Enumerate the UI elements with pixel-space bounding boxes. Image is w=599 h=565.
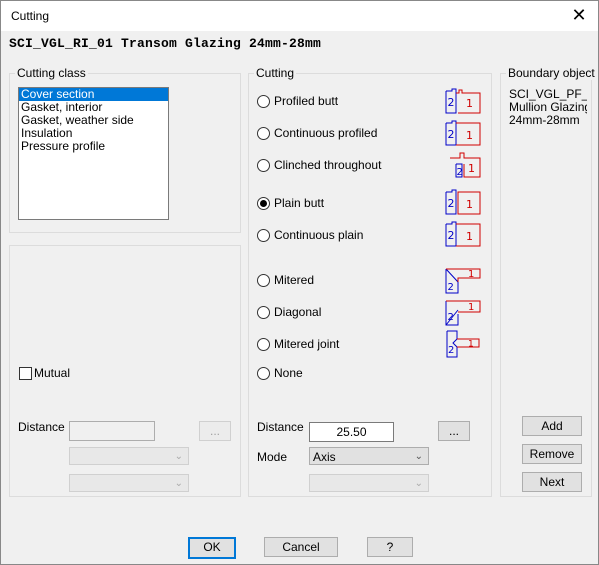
left-select-2[interactable]: ⌄ (69, 474, 189, 492)
next-button[interactable]: Next (522, 472, 582, 492)
left-distance-field[interactable] (69, 421, 155, 441)
radio-indicator[interactable] (257, 94, 270, 108)
radio-continuous-plain[interactable]: Continuous plain (257, 227, 363, 243)
icon-label: 2 (448, 282, 454, 293)
icon-label: 1 (466, 129, 473, 142)
diagonal-icon: 2 1 (445, 300, 481, 326)
radio-indicator[interactable] (257, 273, 270, 287)
add-button[interactable]: Add (522, 416, 582, 436)
radio-indicator[interactable] (257, 196, 270, 210)
mode-sub-select[interactable]: ⌄ (309, 474, 429, 492)
icon-label: 1 (466, 230, 473, 243)
icon-label: 2 (448, 96, 455, 109)
chevron-down-icon: ⌄ (174, 478, 183, 489)
boundary-line-3: 24mm-28mm (509, 113, 580, 127)
icon-label: 1 (466, 198, 473, 211)
mitered-joint-icon: 2 1 (446, 330, 480, 358)
chevron-down-icon: ⌄ (414, 451, 423, 462)
radio-profiled-butt[interactable]: Profiled butt (257, 93, 338, 109)
radio-clinched-throughout[interactable]: Clinched throughout (257, 157, 381, 173)
icon-label: 2 (448, 229, 455, 242)
icon-label: 1 (468, 302, 474, 313)
radio-label: Profiled butt (274, 94, 339, 108)
clinched-throughout-icon: 2 1 (450, 152, 481, 178)
element-heading: SCI_VGL_RI_01 Transom Glazing 24mm-28mm (9, 36, 322, 51)
mode-select[interactable]: Axis ⌄ (309, 447, 429, 465)
remove-button[interactable]: Remove (522, 444, 582, 464)
icon-label: 2 (448, 128, 455, 141)
radio-none[interactable]: None (257, 365, 303, 381)
radio-indicator[interactable] (257, 158, 270, 172)
icon-label: 1 (466, 97, 473, 110)
cutting-distance-field[interactable]: 25.50 (309, 422, 394, 442)
radio-label: Clinched throughout (274, 158, 382, 172)
mode-label: Mode (257, 450, 288, 464)
left-browse-button[interactable]: ... (199, 421, 231, 441)
profiled-butt-icon: 2 1 (445, 88, 481, 114)
radio-diagonal[interactable]: Diagonal (257, 304, 321, 320)
radio-continuous-profiled[interactable]: Continuous profiled (257, 125, 377, 141)
radio-selected-dot (260, 199, 267, 207)
icon-label: 2 (448, 312, 454, 323)
radio-indicator[interactable] (257, 366, 270, 380)
list-item[interactable]: Pressure profile (19, 140, 168, 153)
continuous-profiled-icon: 2 1 (445, 120, 481, 146)
mode-value: Axis (313, 450, 336, 464)
cutting-class-label: Cutting class (15, 66, 88, 80)
radio-label: Mitered (274, 273, 315, 287)
title-bar: Cutting ✕ (1, 1, 598, 31)
mutual-checkbox[interactable] (19, 367, 32, 380)
radio-mitered-joint[interactable]: Mitered joint (257, 336, 339, 352)
cutting-distance-label: Distance (257, 420, 304, 434)
radio-mitered[interactable]: Mitered (257, 272, 314, 288)
continuous-plain-icon: 2 1 (445, 221, 481, 247)
chevron-down-icon: ⌄ (414, 478, 423, 489)
icon-label: 2 (448, 197, 455, 210)
chevron-down-icon: ⌄ (174, 451, 183, 462)
radio-label: Continuous plain (274, 228, 364, 242)
boundary-object-text: SCI_VGL_PF_01 Mullion Glazing 24mm-28mm (509, 88, 587, 127)
radio-indicator[interactable] (257, 337, 270, 351)
radio-indicator[interactable] (257, 228, 270, 242)
left-select-1[interactable]: ⌄ (69, 447, 189, 465)
mutual-label: Mutual (34, 366, 71, 380)
cancel-button[interactable]: Cancel (264, 537, 338, 557)
cutting-label: Cutting (254, 66, 297, 80)
plain-butt-icon: 2 1 (445, 189, 481, 215)
icon-label: 1 (468, 340, 474, 350)
left-distance-label: Distance (18, 420, 65, 434)
window-title: Cutting (11, 9, 50, 23)
cutting-browse-button[interactable]: ... (438, 421, 470, 441)
boundary-object-label: Boundary object (506, 66, 597, 80)
radio-label: Diagonal (274, 305, 322, 319)
ok-button[interactable]: OK (188, 537, 236, 559)
mitered-icon: 2 1 (445, 268, 481, 294)
help-button[interactable]: ? (367, 537, 413, 557)
radio-indicator[interactable] (257, 305, 270, 319)
icon-label: 1 (468, 162, 475, 175)
close-icon[interactable]: ✕ (568, 5, 590, 25)
icon-label: 2 (448, 345, 454, 356)
icon-label: 1 (468, 269, 474, 280)
radio-label: Plain butt (274, 196, 325, 210)
radio-plain-butt[interactable]: Plain butt (257, 195, 324, 211)
radio-label: Continuous profiled (274, 126, 378, 140)
cutting-class-list[interactable]: Cover section Gasket, interior Gasket, w… (18, 87, 169, 220)
radio-label: Mitered joint (274, 337, 340, 351)
icon-label: 2 (457, 167, 463, 178)
radio-indicator[interactable] (257, 126, 270, 140)
radio-label: None (274, 366, 303, 380)
